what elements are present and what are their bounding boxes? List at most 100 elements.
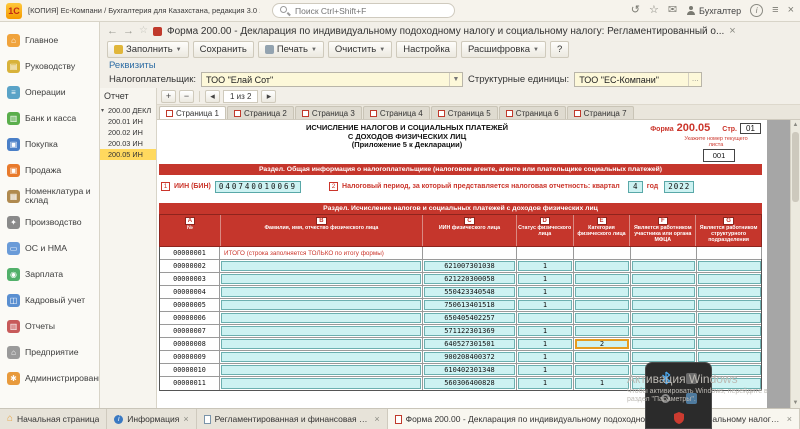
report-tree-item[interactable]: ▾ 200.02 ИН (100, 127, 156, 138)
status-cell[interactable]: 1 (517, 325, 574, 337)
unit-input[interactable] (698, 339, 761, 349)
scrollbar-thumb[interactable] (792, 132, 799, 202)
category-input[interactable] (575, 287, 629, 297)
report-tree-item[interactable]: ▾ 200.05 ИН (100, 149, 156, 160)
next-sheet-button[interactable]: ▸ (261, 90, 276, 103)
iin-cell[interactable]: 750613401518 (423, 299, 517, 311)
unit-cell[interactable] (697, 325, 762, 337)
unit-input[interactable] (698, 352, 761, 362)
sidebar-item[interactable]: ▥ Банк и касса (0, 105, 99, 131)
sidebar-item[interactable]: ⌂ Предприятие (0, 339, 99, 365)
status-input[interactable]: 1 (518, 274, 572, 284)
tree-expander-icon[interactable]: ▾ (101, 107, 108, 114)
fio-cell[interactable] (220, 299, 423, 311)
fio-input[interactable] (221, 378, 421, 389)
mfca-input[interactable] (632, 313, 695, 323)
page-tab[interactable]: Страница 3 (295, 106, 362, 119)
current-user[interactable]: Бухгалтер (686, 6, 741, 16)
status-cell[interactable]: 1 (517, 338, 574, 350)
choose-button[interactable]: … (688, 73, 701, 86)
category-input[interactable] (575, 313, 629, 323)
sidebar-item[interactable]: ◫ Кадровый учет (0, 287, 99, 313)
sheet-number-input[interactable]: 001 (703, 149, 735, 162)
favorite-star-icon[interactable]: ☆ (139, 26, 148, 36)
mfca-cell[interactable] (631, 351, 697, 363)
iin-cell[interactable]: 900208400372 (423, 351, 517, 363)
sidebar-item[interactable]: ▦ Номенклатура и склад (0, 183, 99, 209)
mfca-cell[interactable] (631, 299, 697, 311)
iin-cell[interactable]: 640527301501 (423, 338, 517, 350)
mfca-cell[interactable] (631, 325, 697, 337)
clear-button[interactable]: Очистить▼ (328, 41, 392, 58)
sidebar-item[interactable]: ✱ Администрирование (0, 365, 99, 391)
iin-cell[interactable] (423, 247, 517, 259)
bluetooth-icon[interactable] (658, 370, 674, 386)
iin-input[interactable]: 640527301501 (424, 339, 515, 349)
page-tab[interactable]: Страница 1 (159, 106, 226, 119)
status-cell[interactable]: 1 (517, 286, 574, 298)
unit-cell[interactable] (697, 273, 762, 285)
iin-input[interactable]: 621220300058 (424, 274, 515, 284)
iin-input[interactable]: 650405402257 (424, 313, 515, 323)
tray-icon[interactable] (684, 370, 700, 386)
mfca-cell[interactable] (631, 312, 697, 324)
sidebar-item[interactable]: ✦ Производство (0, 209, 99, 235)
iin-cell[interactable]: 560306400828 (423, 377, 517, 390)
unit-cell[interactable] (697, 260, 762, 272)
status-input[interactable]: 1 (518, 300, 572, 310)
fio-input[interactable] (221, 365, 421, 375)
category-cell[interactable]: 2 (574, 338, 631, 350)
status-cell[interactable] (517, 247, 574, 259)
mfca-input[interactable] (632, 300, 695, 310)
iin-input[interactable]: 621007301038 (424, 261, 515, 271)
iin-cell[interactable]: 550423340548 (423, 286, 517, 298)
prev-sheet-button[interactable]: ◂ (205, 90, 220, 103)
status-input[interactable] (518, 313, 572, 323)
iin-cell[interactable]: 621220300058 (423, 273, 517, 285)
year-input[interactable]: 2022 (664, 181, 694, 193)
fio-cell[interactable] (220, 325, 423, 337)
add-row-button[interactable]: + (161, 90, 176, 103)
taxpayer-field[interactable]: ТОО "Елай Сот" ▼ (201, 72, 463, 87)
mfca-input[interactable] (632, 261, 695, 271)
fio-cell[interactable] (220, 351, 423, 363)
category-cell[interactable] (574, 247, 631, 259)
iin-input[interactable]: 560306400828 (424, 378, 515, 389)
unit-cell[interactable] (697, 299, 762, 311)
fio-input[interactable] (221, 300, 421, 310)
sidebar-item[interactable]: ▤ Руководству (0, 53, 99, 79)
tab-regulated-reports[interactable]: Регламентированная и финансовая отчетнос… (197, 409, 388, 429)
info-icon[interactable]: i (750, 4, 763, 17)
drilldown-button[interactable]: Расшифровка▼ (461, 41, 546, 58)
save-button[interactable]: Сохранить (193, 41, 254, 58)
sidebar-item[interactable]: ≡ Операции (0, 79, 99, 105)
tray-icon[interactable] (684, 390, 700, 406)
mfca-cell[interactable] (631, 247, 697, 259)
status-cell[interactable]: 1 (517, 273, 574, 285)
status-cell[interactable]: 1 (517, 351, 574, 363)
page-tab[interactable]: Страница 7 (567, 106, 634, 119)
iin-input[interactable]: 750613401518 (424, 300, 515, 310)
status-input[interactable]: 1 (518, 352, 572, 362)
unit-cell[interactable] (697, 247, 762, 259)
fio-input[interactable] (221, 326, 421, 336)
iin-input[interactable]: 550423340548 (424, 287, 515, 297)
print-button[interactable]: Печать▼ (258, 41, 324, 58)
mfca-input[interactable] (632, 352, 695, 362)
unit-input[interactable] (698, 300, 761, 310)
row-number-cell[interactable]: 00000004 (160, 286, 220, 298)
row-number-cell[interactable]: 00000008 (160, 338, 220, 350)
category-cell[interactable]: 1 (574, 377, 631, 390)
fio-cell[interactable] (220, 312, 423, 324)
page-tab[interactable]: Страница 5 (431, 106, 498, 119)
iin-input[interactable]: 040740010069 (215, 181, 301, 193)
global-search[interactable] (272, 3, 455, 18)
tab-form-200[interactable]: Форма 200.00 - Декларация по индивидуаль… (388, 409, 800, 429)
category-cell[interactable] (574, 286, 631, 298)
status-input[interactable]: 1 (518, 287, 572, 297)
search-input[interactable] (293, 5, 447, 17)
mfca-cell[interactable] (631, 273, 697, 285)
units-field[interactable]: ТОО "ЕС-Компани" … (574, 72, 702, 87)
row-number-cell[interactable]: 00000002 (160, 260, 220, 272)
category-cell[interactable] (574, 364, 631, 376)
